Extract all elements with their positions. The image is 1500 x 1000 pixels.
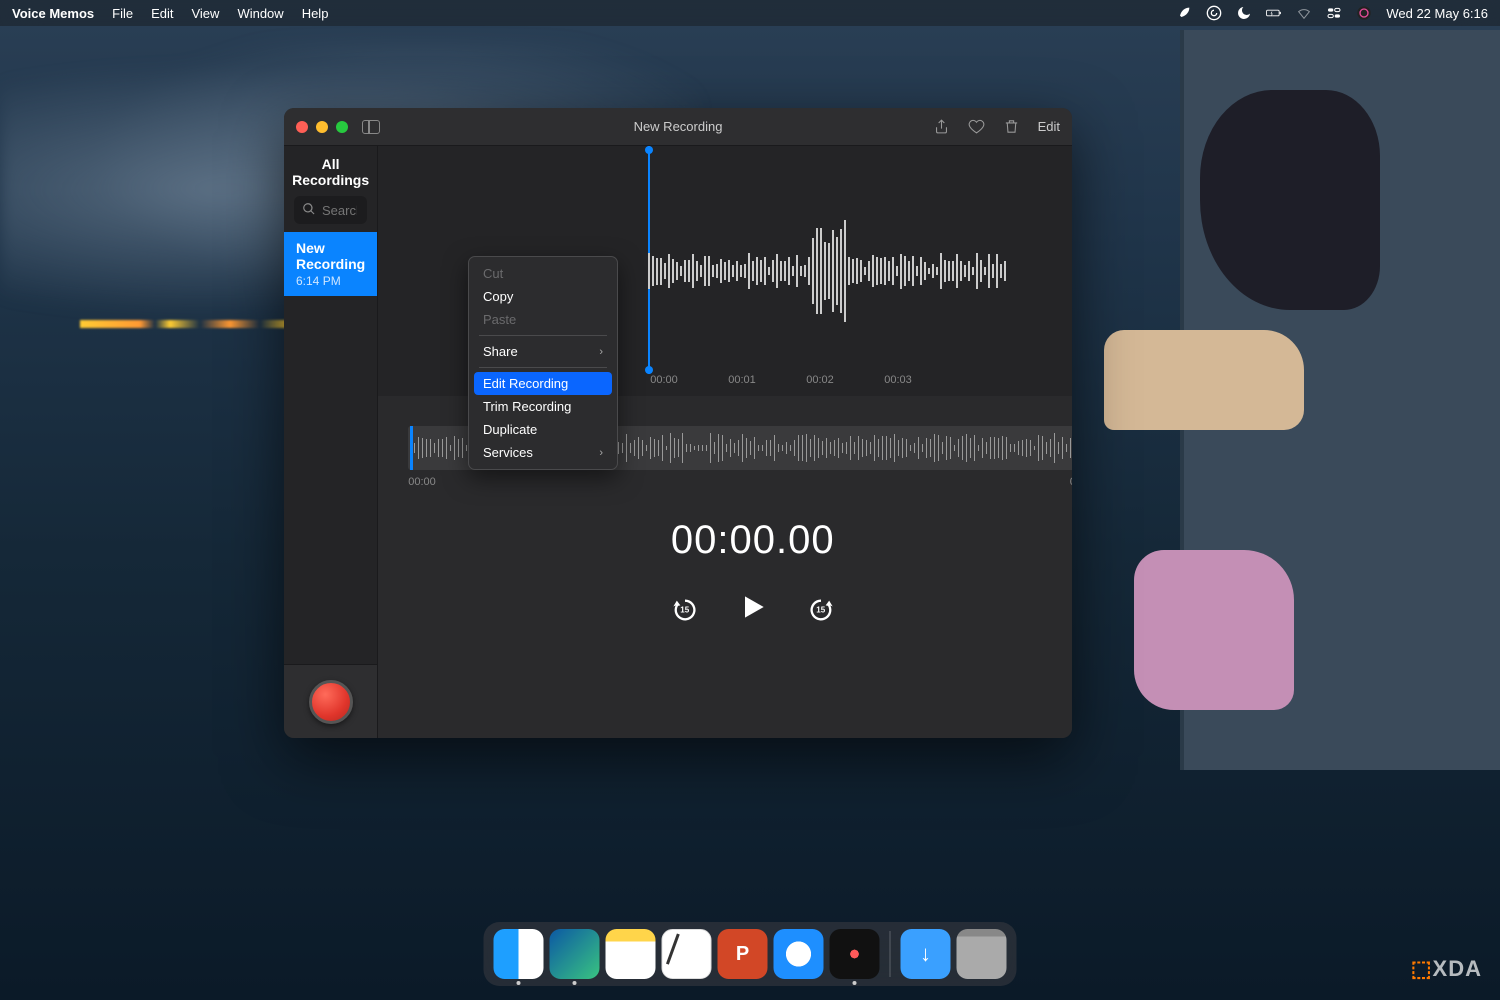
voice-memos-window: New Recording Edit All Recordings New Re… (284, 108, 1072, 738)
context-separator (479, 367, 607, 368)
grammarly-icon[interactable] (1206, 5, 1222, 21)
overview-end: 00:44 (1070, 476, 1072, 488)
menubar-app-name[interactable]: Voice Memos (12, 6, 94, 21)
context-share[interactable]: Share› (469, 340, 617, 363)
dock-finder[interactable] (494, 929, 544, 979)
menu-window[interactable]: Window (237, 6, 283, 21)
battery-icon[interactable] (1266, 5, 1282, 21)
overview-playhead[interactable] (410, 426, 413, 470)
maximize-button[interactable] (336, 121, 348, 133)
dock-separator (890, 931, 891, 977)
search-icon (302, 202, 316, 216)
menu-view[interactable]: View (191, 6, 219, 21)
siri-icon[interactable] (1356, 5, 1372, 21)
waveform-bars (648, 206, 1006, 336)
menu-file[interactable]: File (112, 6, 133, 21)
dock-trash[interactable] (957, 929, 1007, 979)
trash-icon[interactable] (1003, 118, 1020, 135)
favorite-icon[interactable] (968, 118, 985, 135)
context-trim-recording[interactable]: Trim Recording (469, 395, 617, 418)
dock-powerpoint[interactable] (718, 929, 768, 979)
moon-icon[interactable] (1236, 5, 1252, 21)
record-button[interactable] (309, 680, 353, 724)
context-copy[interactable]: Copy (469, 285, 617, 308)
skip-forward-button[interactable]: 15 (807, 596, 835, 624)
context-services[interactable]: Services› (469, 441, 617, 464)
traffic-lights (296, 121, 348, 133)
menubar-clock[interactable]: Wed 22 May 6:16 (1386, 6, 1488, 21)
context-paste: Paste (469, 308, 617, 331)
ruler-tick: 00:00 (650, 374, 678, 386)
dock-notes[interactable] (606, 929, 656, 979)
overview-labels: 00:00 00:44 (408, 476, 1072, 488)
recording-name: New Recording (296, 240, 365, 272)
current-time-display: 00:00.00 (378, 518, 1072, 563)
dock-voice-memos[interactable] (830, 929, 880, 979)
sidebar-title: All Recordings (284, 146, 377, 196)
sidebar-toggle-icon[interactable] (362, 120, 380, 134)
ruler-tick: 00:03 (884, 374, 912, 386)
titlebar-actions: Edit (933, 118, 1060, 135)
titlebar[interactable]: New Recording Edit (284, 108, 1072, 146)
close-button[interactable] (296, 121, 308, 133)
app-menu: Voice Memos File Edit View Window Help (12, 6, 328, 21)
sidebar: All Recordings New Recording 6:14 PM (284, 146, 378, 738)
edit-button[interactable]: Edit (1038, 119, 1060, 134)
sidebar-footer (284, 664, 377, 738)
dock (484, 922, 1017, 986)
menu-help[interactable]: Help (302, 6, 329, 21)
dock-edge[interactable] (550, 929, 600, 979)
recording-list-item[interactable]: New Recording 6:14 PM (284, 232, 377, 296)
chevron-right-icon: › (599, 447, 603, 459)
context-duplicate[interactable]: Duplicate (469, 418, 617, 441)
context-cut: Cut (469, 262, 617, 285)
watermark: ⬚XDA (1411, 956, 1482, 982)
ruler-tick: 00:02 (806, 374, 834, 386)
context-separator (479, 335, 607, 336)
context-menu: Cut Copy Paste Share› Edit Recording Tri… (468, 256, 618, 470)
share-icon[interactable] (933, 118, 950, 135)
context-edit-recording[interactable]: Edit Recording (474, 372, 612, 395)
minimize-button[interactable] (316, 121, 328, 133)
menu-edit[interactable]: Edit (151, 6, 173, 21)
overview-start: 00:00 (408, 476, 436, 488)
skip-back-button[interactable]: 15 (671, 596, 699, 624)
playback-controls: 15 15 (378, 591, 1072, 628)
menubar: Voice Memos File Edit View Window Help W… (0, 0, 1500, 26)
ruler-tick: 00:01 (728, 374, 756, 386)
window-title: New Recording (634, 119, 723, 134)
dock-textedit[interactable] (662, 929, 712, 979)
wallpaper-figure (1180, 30, 1500, 770)
recording-time: 6:14 PM (296, 274, 365, 288)
menubar-status: Wed 22 May 6:16 (1176, 5, 1488, 21)
control-center-icon[interactable] (1326, 5, 1342, 21)
dock-safari[interactable] (774, 929, 824, 979)
chevron-right-icon: › (599, 346, 603, 358)
feather-icon[interactable] (1176, 5, 1192, 21)
dock-downloads[interactable] (901, 929, 951, 979)
wifi-icon[interactable] (1296, 5, 1312, 21)
play-button[interactable] (737, 591, 769, 628)
